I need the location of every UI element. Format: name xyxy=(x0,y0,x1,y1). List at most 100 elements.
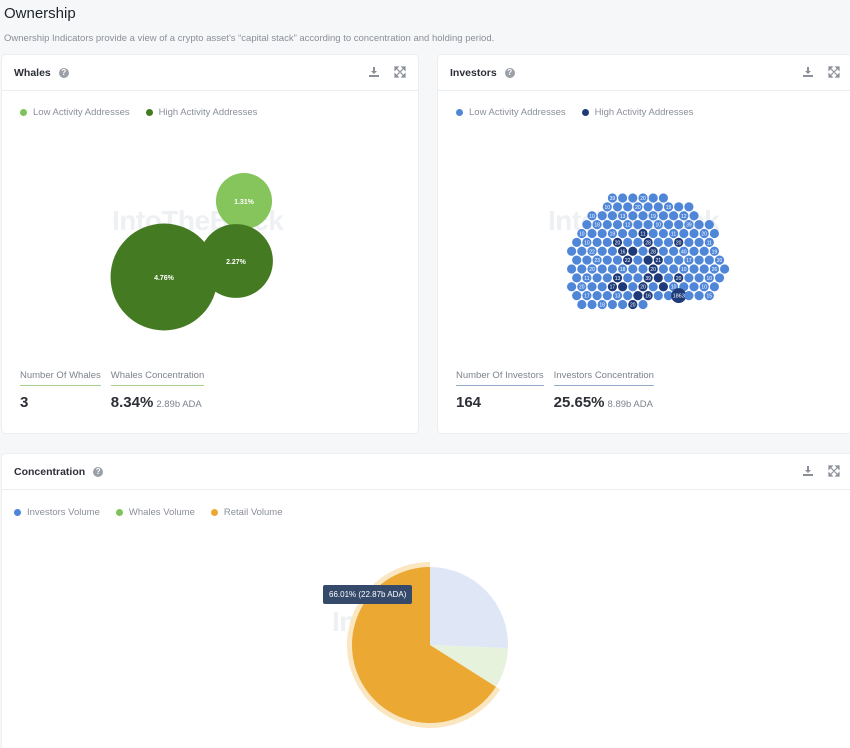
investor-bubble[interactable] xyxy=(684,291,694,301)
legend-item-high-activity[interactable]: High Activity Addresses xyxy=(581,107,693,118)
legend-item-low-activity[interactable]: Low Activity Addresses xyxy=(456,107,566,118)
investor-bubble[interactable] xyxy=(582,220,592,230)
investor-bubble[interactable] xyxy=(648,228,658,239)
investor-bubble[interactable] xyxy=(694,273,704,283)
investor-bubble[interactable] xyxy=(709,228,719,239)
investor-bubble[interactable] xyxy=(679,228,689,239)
investor-bubble[interactable] xyxy=(669,246,679,256)
investor-bubble[interactable] xyxy=(704,255,714,265)
investor-bubble[interactable] xyxy=(607,211,617,221)
pie-slice-investors-volume[interactable] xyxy=(430,567,508,649)
investor-bubble[interactable] xyxy=(592,237,602,247)
investor-bubble[interactable] xyxy=(602,273,612,283)
investor-bubble[interactable] xyxy=(709,282,719,292)
investor-bubble[interactable] xyxy=(567,282,577,292)
investor-bubble[interactable] xyxy=(648,193,658,203)
investor-bubble[interactable] xyxy=(618,282,628,292)
investor-bubble[interactable] xyxy=(597,264,607,274)
investor-bubble[interactable] xyxy=(602,220,612,230)
investor-bubble[interactable] xyxy=(607,246,617,256)
investor-bubble[interactable] xyxy=(658,264,668,274)
investor-bubble[interactable] xyxy=(618,193,628,203)
investor-bubble[interactable] xyxy=(633,220,643,230)
investor-bubble[interactable] xyxy=(669,211,679,221)
investor-bubble[interactable] xyxy=(618,299,628,310)
investor-bubble[interactable] xyxy=(567,264,577,274)
help-icon[interactable]: ? xyxy=(504,67,515,78)
investor-bubble[interactable] xyxy=(720,264,730,274)
investor-bubble[interactable] xyxy=(663,237,674,247)
investor-bubble[interactable] xyxy=(612,255,623,265)
investor-bubble[interactable] xyxy=(643,202,653,212)
investor-bubble[interactable] xyxy=(694,255,704,265)
investor-bubble[interactable] xyxy=(592,291,602,301)
investor-bubble[interactable] xyxy=(602,237,612,247)
investor-bubble[interactable] xyxy=(689,264,699,274)
investor-bubble[interactable] xyxy=(694,291,704,301)
investor-bubble[interactable] xyxy=(623,202,633,212)
investor-bubble[interactable] xyxy=(602,255,612,265)
investor-bubble[interactable] xyxy=(694,237,704,247)
investor-bubble[interactable] xyxy=(623,273,633,283)
download-icon[interactable] xyxy=(802,66,814,78)
investor-bubble[interactable] xyxy=(684,202,694,212)
investor-bubble[interactable] xyxy=(577,246,587,256)
investor-bubble[interactable] xyxy=(628,264,638,274)
investor-bubble[interactable] xyxy=(572,255,582,265)
investor-bubble[interactable] xyxy=(607,299,617,310)
legend-item-high-activity[interactable]: High Activity Addresses xyxy=(145,107,257,118)
investor-bubble[interactable] xyxy=(658,211,668,221)
investor-bubble[interactable] xyxy=(577,264,587,274)
investor-bubble[interactable] xyxy=(658,282,668,292)
investor-bubble[interactable] xyxy=(663,255,674,265)
investor-bubble[interactable] xyxy=(597,211,607,221)
investor-bubble[interactable] xyxy=(663,220,674,230)
investor-bubble[interactable] xyxy=(653,202,663,212)
investor-bubble[interactable] xyxy=(653,237,663,247)
investor-bubble[interactable] xyxy=(689,246,699,256)
investor-bubble[interactable] xyxy=(612,202,623,212)
investor-bubble[interactable] xyxy=(597,282,607,292)
investor-bubble[interactable] xyxy=(704,220,714,230)
investor-bubble[interactable] xyxy=(663,273,674,283)
investor-bubble[interactable] xyxy=(658,246,668,256)
investor-bubble[interactable] xyxy=(572,291,582,301)
investor-bubble[interactable] xyxy=(572,273,582,283)
investor-bubble[interactable] xyxy=(567,246,577,256)
investor-bubble[interactable] xyxy=(638,264,648,274)
investor-bubble[interactable] xyxy=(633,237,643,247)
investor-bubble[interactable] xyxy=(653,273,663,283)
investor-bubble[interactable] xyxy=(628,246,638,256)
investor-bubble[interactable] xyxy=(628,228,638,239)
investor-bubble[interactable] xyxy=(597,246,607,256)
investor-bubble[interactable] xyxy=(684,273,694,283)
investor-bubble[interactable] xyxy=(653,291,663,301)
investor-bubble[interactable] xyxy=(643,220,653,230)
help-icon[interactable]: ? xyxy=(58,67,69,78)
investor-bubble[interactable] xyxy=(689,211,699,221)
investor-bubble[interactable] xyxy=(674,202,684,212)
investor-bubble[interactable] xyxy=(628,193,638,203)
download-icon[interactable] xyxy=(368,66,380,78)
investor-bubble[interactable] xyxy=(699,264,709,274)
expand-icon[interactable] xyxy=(394,66,406,78)
investor-bubble[interactable] xyxy=(638,299,648,310)
investor-bubble[interactable] xyxy=(658,193,668,203)
investor-bubble[interactable] xyxy=(607,264,617,274)
investor-bubble[interactable] xyxy=(612,220,623,230)
investor-bubble[interactable] xyxy=(587,228,597,239)
investor-bubble[interactable] xyxy=(669,264,679,274)
investor-bubble[interactable] xyxy=(577,299,587,310)
investor-bubble[interactable] xyxy=(674,220,684,230)
investor-bubble[interactable] xyxy=(638,246,648,256)
investor-bubble[interactable] xyxy=(658,228,668,239)
investor-bubble[interactable] xyxy=(714,273,725,283)
investor-bubble[interactable] xyxy=(587,299,597,310)
investor-bubble[interactable] xyxy=(623,291,633,301)
investor-bubble[interactable] xyxy=(633,273,643,283)
investor-bubble[interactable] xyxy=(633,291,643,301)
investor-bubble[interactable] xyxy=(587,282,597,292)
expand-icon[interactable] xyxy=(828,66,840,78)
investor-bubble[interactable] xyxy=(684,237,694,247)
investor-bubble[interactable] xyxy=(648,282,658,292)
